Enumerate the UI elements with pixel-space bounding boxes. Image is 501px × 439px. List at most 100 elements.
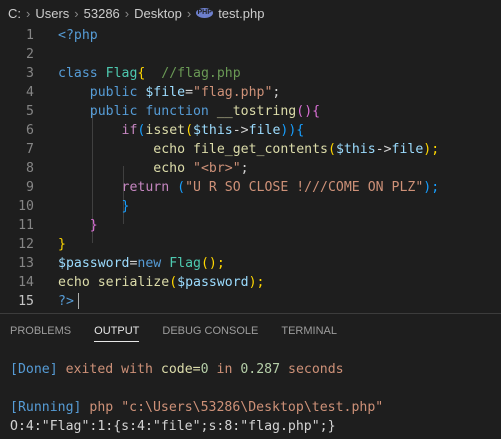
property: file — [248, 123, 281, 138]
line-number: 11 — [18, 218, 34, 233]
keyword: echo — [58, 275, 90, 290]
code-line: 15 ?> — [0, 292, 501, 311]
line-number: 1 — [26, 28, 34, 43]
string: "U R SO CLOSE !///COME ON PLZ" — [185, 180, 424, 195]
breadcrumb-file[interactable]: test.php — [218, 6, 264, 21]
paren: )) — [280, 123, 297, 138]
paren: ( — [177, 180, 186, 195]
tab-debug-console[interactable]: DEBUG CONSOLE — [162, 314, 258, 348]
tab-output[interactable]: OUTPUT — [94, 314, 140, 348]
function-name: file_get_contents — [193, 142, 328, 157]
keyword: public — [89, 104, 138, 119]
keyword: function — [145, 104, 209, 119]
tab-problems[interactable]: PROBLEMS — [10, 314, 71, 348]
paren: ); — [423, 142, 440, 157]
paren: ( — [185, 123, 194, 138]
comment: //flag.php — [161, 66, 241, 81]
line-number: 4 — [26, 85, 34, 100]
code-line: 8 echo "<br>"; — [0, 159, 501, 178]
paren: ( — [169, 275, 178, 290]
line-number: 5 — [26, 104, 34, 119]
code-line: 6 if(isset($this->file)){ — [0, 121, 501, 140]
keyword: class — [58, 66, 98, 81]
punctuation: ; — [272, 85, 281, 100]
paren: ( — [327, 142, 336, 157]
paren: (); — [200, 256, 225, 271]
file-path: "c:\Users\53286\Desktop\test.php" — [121, 400, 384, 415]
php-close-tag: ?> — [58, 294, 74, 309]
running-tag: [Running] — [10, 400, 82, 415]
function-name: isset — [145, 123, 186, 138]
code-line: 14 echo serialize($password); — [0, 273, 501, 292]
code-line: 4 public $file="flag.php"; — [0, 83, 501, 102]
brace: { — [312, 104, 321, 119]
paren: ); — [248, 275, 265, 290]
string: " — [193, 161, 201, 176]
php-open-tag: <?php — [58, 28, 98, 43]
variable: $file — [145, 85, 186, 100]
php-file-icon: PHP — [196, 8, 214, 18]
chevron-right-icon: › — [124, 5, 130, 21]
breadcrumb-drive[interactable]: C: — [8, 6, 21, 21]
keyword: public — [89, 85, 138, 100]
line-number: 15 — [18, 294, 34, 309]
variable: $password — [177, 275, 249, 290]
exit-code: 0 — [200, 362, 209, 377]
brace: } — [58, 237, 66, 252]
code-line: 7 echo file_get_contents($this->file); — [0, 140, 501, 159]
chevron-right-icon: › — [186, 5, 192, 21]
code-line: 13 $password=new Flag(); — [0, 254, 501, 273]
tab-terminal[interactable]: TERMINAL — [281, 314, 337, 348]
breadcrumb: C: › Users › 53286 › Desktop › PHP test.… — [0, 0, 501, 26]
command: php — [89, 400, 114, 415]
code-line: 3 class Flag{ //flag.php — [0, 64, 501, 83]
brace: { — [296, 123, 305, 138]
property: file — [391, 142, 424, 157]
operator: -> — [375, 142, 392, 157]
breadcrumb-user-id[interactable]: 53286 — [84, 6, 120, 21]
punctuation: ; — [240, 161, 249, 176]
code-editor[interactable]: 1 <?php 2 3 class Flag{ //flag.php 4 publi… — [0, 26, 501, 313]
line-number: 6 — [26, 123, 34, 138]
code-line: 10 } — [0, 197, 501, 216]
duration: 0.287 — [240, 362, 281, 377]
class-name: Flag — [105, 66, 138, 81]
operator: = — [185, 85, 194, 100]
code-line: 11 } — [0, 216, 501, 235]
output-text: code= — [160, 362, 201, 377]
output-text: seconds — [288, 362, 344, 377]
class-name: Flag — [169, 256, 201, 271]
code-line: 5 public function __tostring(){ — [0, 102, 501, 121]
bottom-panel: PROBLEMS OUTPUT DEBUG CONSOLE TERMINAL [… — [0, 313, 501, 439]
brace: { — [137, 66, 146, 81]
line-number: 2 — [26, 47, 34, 62]
breadcrumb-desktop[interactable]: Desktop — [134, 6, 182, 21]
operator: -> — [232, 123, 249, 138]
line-number: 7 — [26, 142, 34, 157]
keyword: if — [121, 123, 138, 138]
line-number: 12 — [18, 237, 34, 252]
brace: } — [121, 199, 130, 214]
code-line: 9 return ("U R SO CLOSE !///COME ON PLZ"… — [0, 178, 501, 197]
chevron-right-icon: › — [74, 5, 79, 21]
output-text: exited with — [65, 362, 153, 377]
output-text: in — [216, 362, 233, 377]
parens: () — [296, 104, 313, 119]
panel-tabs: PROBLEMS OUTPUT DEBUG CONSOLE TERMINAL — [0, 314, 501, 348]
code-line: 12} — [0, 235, 501, 254]
output-line-done: [Done] exited with code=0 in 0.287 secon… — [10, 360, 344, 379]
keyword: new — [137, 256, 162, 271]
function-name: __tostring — [216, 104, 297, 119]
line-number: 3 — [26, 66, 34, 81]
paren: ); — [423, 180, 440, 195]
brace: } — [89, 218, 98, 233]
breadcrumb-users[interactable]: Users — [35, 6, 69, 21]
chevron-right-icon: › — [26, 5, 31, 21]
code-line: 1 <?php — [0, 26, 501, 45]
line-number: 14 — [18, 275, 34, 290]
string: " — [232, 161, 241, 176]
keyword: echo — [153, 161, 186, 176]
line-number: 9 — [26, 180, 34, 195]
text-cursor — [77, 293, 79, 309]
line-number: 13 — [18, 256, 34, 271]
